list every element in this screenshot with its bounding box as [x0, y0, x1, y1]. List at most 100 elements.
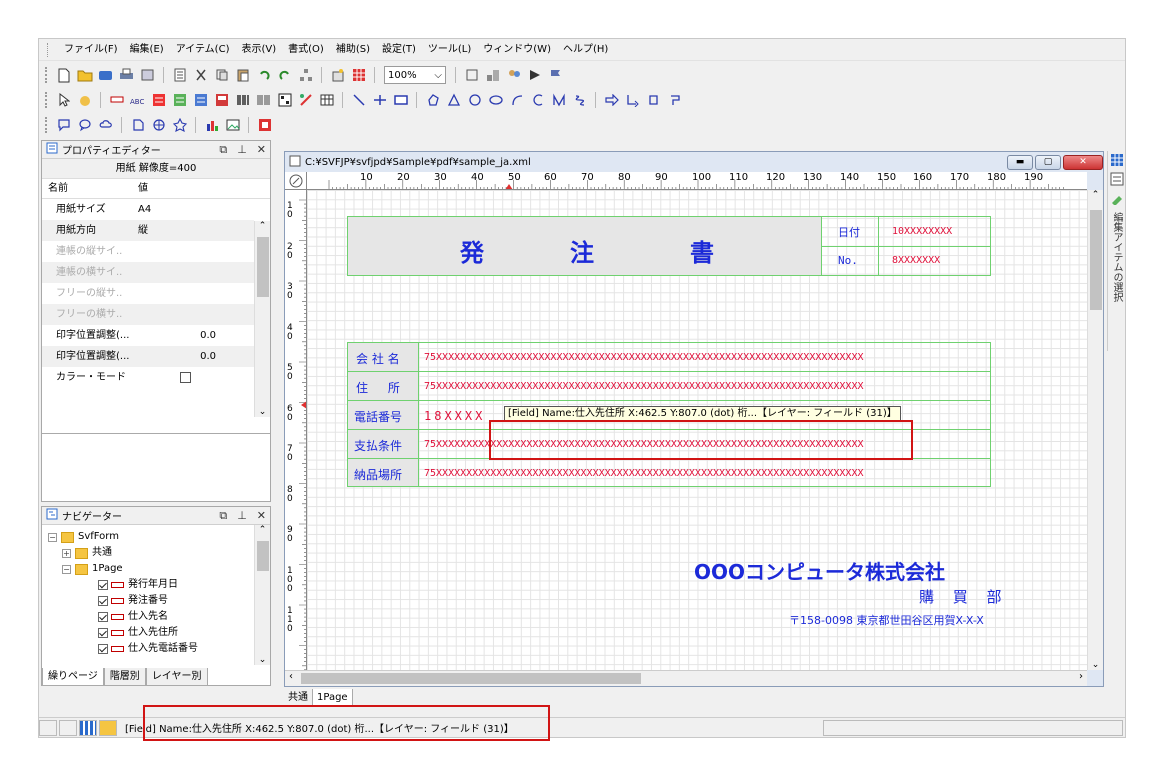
- property-row[interactable]: 連帳の横サイ..: [42, 262, 254, 283]
- link-icon[interactable]: [297, 92, 314, 109]
- ruler-unit-button[interactable]: [285, 172, 307, 190]
- menu-assist[interactable]: 補助(S): [330, 39, 376, 61]
- copy-icon[interactable]: [213, 67, 230, 84]
- comment-icon[interactable]: [55, 117, 72, 134]
- float-icon[interactable]: ⧉: [219, 509, 227, 523]
- phone-field[interactable]: 18XXXX: [424, 409, 485, 423]
- property-row[interactable]: 用紙サイズ A4: [42, 199, 254, 220]
- align-icon[interactable]: [484, 67, 501, 84]
- line-icon[interactable]: [350, 92, 367, 109]
- color-mode-checkbox[interactable]: [138, 367, 224, 388]
- arc-c-icon[interactable]: [529, 92, 546, 109]
- edit-items-tab[interactable]: 編集アイテムの選択: [1109, 212, 1124, 302]
- property-row[interactable]: フリーの縦サ..: [42, 283, 254, 304]
- tab-layer[interactable]: レイヤー別: [145, 668, 208, 686]
- table-icon[interactable]: [318, 92, 335, 109]
- scroll-down-icon[interactable]: ⌄: [255, 407, 270, 417]
- subform-icon[interactable]: [171, 92, 188, 109]
- panel-splitter[interactable]: [42, 433, 270, 434]
- property-row[interactable]: 用紙方向 縦: [42, 220, 254, 241]
- flag-icon[interactable]: [547, 67, 564, 84]
- collapse-icon[interactable]: −: [48, 532, 57, 542]
- redo-icon[interactable]: [276, 67, 293, 84]
- document-vscroll[interactable]: ⌃ ⌄: [1087, 190, 1103, 670]
- arrow-right-icon[interactable]: [603, 92, 620, 109]
- menu-view[interactable]: 表示(V): [235, 39, 282, 61]
- status-ruler-icon[interactable]: [59, 719, 77, 736]
- property-row[interactable]: 連帳の縦サイ..: [42, 241, 254, 262]
- company-field[interactable]: 75XXXXXXXXXXXXXXXXXXXXXXXXXXXXXXXXXXXXXX…: [424, 352, 988, 363]
- save-icon[interactable]: [97, 67, 114, 84]
- menu-help[interactable]: ヘルプ(H): [557, 39, 614, 61]
- scroll-up-icon[interactable]: ⌃: [255, 525, 270, 535]
- text-abc-icon[interactable]: ABC: [129, 92, 146, 109]
- export-icon[interactable]: [256, 117, 273, 134]
- crosshair-circle-icon[interactable]: [150, 117, 167, 134]
- qrcode-icon[interactable]: [276, 92, 293, 109]
- property-scrollbar[interactable]: ⌃ ⌄: [254, 221, 270, 417]
- property-value[interactable]: A4: [138, 199, 224, 220]
- menu-item[interactable]: アイテム(C): [170, 39, 236, 61]
- cloud-balloon-icon[interactable]: [97, 117, 114, 134]
- navigator-scrollbar[interactable]: ⌃ ⌄: [254, 525, 270, 665]
- title-box[interactable]: 発 注 書 日付 10XXXXXXXX No. 8XXXXXXX: [347, 216, 991, 276]
- freehand-icon[interactable]: [550, 92, 567, 109]
- page-shape-icon[interactable]: [129, 117, 146, 134]
- scroll-up-icon[interactable]: ⌃: [1088, 190, 1103, 200]
- open-folder-icon[interactable]: [76, 67, 93, 84]
- star-icon[interactable]: [171, 117, 188, 134]
- paste-icon[interactable]: [234, 67, 251, 84]
- scroll-left-icon[interactable]: ‹: [289, 671, 293, 682]
- pin-icon[interactable]: ⊥: [237, 509, 247, 523]
- print-preview-icon[interactable]: [139, 67, 156, 84]
- tree-node-common[interactable]: + 共通: [48, 545, 270, 561]
- wizard-icon[interactable]: [329, 67, 346, 84]
- property-value[interactable]: [138, 241, 224, 262]
- float-icon[interactable]: ⧉: [219, 143, 227, 157]
- menu-format[interactable]: 書式(O): [282, 39, 330, 61]
- checkbox-checked[interactable]: [98, 596, 108, 606]
- arc-icon[interactable]: [508, 92, 525, 109]
- scroll-right-icon[interactable]: ›: [1079, 671, 1083, 682]
- scroll-thumb[interactable]: [301, 673, 641, 684]
- tree-node-field[interactable]: 発行年月日: [48, 577, 270, 593]
- status-lock-icon[interactable]: [99, 719, 117, 736]
- image-icon[interactable]: [224, 117, 241, 134]
- circle-icon[interactable]: [466, 92, 483, 109]
- property-value[interactable]: 0.0: [138, 325, 224, 346]
- tree-node-field[interactable]: 発注番号: [48, 593, 270, 609]
- select-arrow-icon[interactable]: [55, 92, 72, 109]
- polygon-icon[interactable]: [424, 92, 441, 109]
- property-value[interactable]: [138, 283, 224, 304]
- checkbox-checked[interactable]: [98, 612, 108, 622]
- balloon-icon[interactable]: [76, 117, 93, 134]
- users-icon[interactable]: [505, 67, 522, 84]
- scroll-down-icon[interactable]: ⌄: [255, 655, 270, 665]
- cross-line-icon[interactable]: [371, 92, 388, 109]
- property-value[interactable]: [138, 262, 224, 283]
- grid-icon[interactable]: [1110, 153, 1123, 170]
- address-field[interactable]: 75XXXXXXXXXXXXXXXXXXXXXXXXXXXXXXXXXXXXXX…: [424, 381, 988, 392]
- undo-icon[interactable]: [255, 67, 272, 84]
- scroll-thumb[interactable]: [257, 237, 269, 297]
- scroll-down-icon[interactable]: ⌄: [1088, 660, 1103, 670]
- collapse-icon[interactable]: −: [62, 564, 71, 574]
- menu-settings[interactable]: 設定(T): [376, 39, 422, 61]
- hand-icon[interactable]: [76, 92, 93, 109]
- delivery-field[interactable]: 75XXXXXXXXXXXXXXXXXXXXXXXXXXXXXXXXXXXXXX…: [424, 468, 988, 479]
- cut-icon[interactable]: [192, 67, 209, 84]
- triangle-icon[interactable]: [445, 92, 462, 109]
- number-field[interactable]: 8XXXXXXX: [892, 255, 940, 266]
- tree-node-field[interactable]: 仕入先住所: [48, 625, 270, 641]
- menu-file[interactable]: ファイル(F): [58, 39, 124, 61]
- rectangle-icon[interactable]: [392, 92, 409, 109]
- status-line-icon[interactable]: [39, 719, 57, 736]
- menu-edit[interactable]: 編集(E): [124, 39, 170, 61]
- close-icon[interactable]: ✕: [257, 509, 266, 523]
- close-button[interactable]: ✕: [1063, 154, 1103, 170]
- graph-icon[interactable]: [203, 117, 220, 134]
- properties-icon[interactable]: [171, 67, 188, 84]
- scroll-thumb[interactable]: [257, 541, 269, 571]
- new-file-icon[interactable]: [55, 67, 72, 84]
- tree-node-field[interactable]: 仕入先名: [48, 609, 270, 625]
